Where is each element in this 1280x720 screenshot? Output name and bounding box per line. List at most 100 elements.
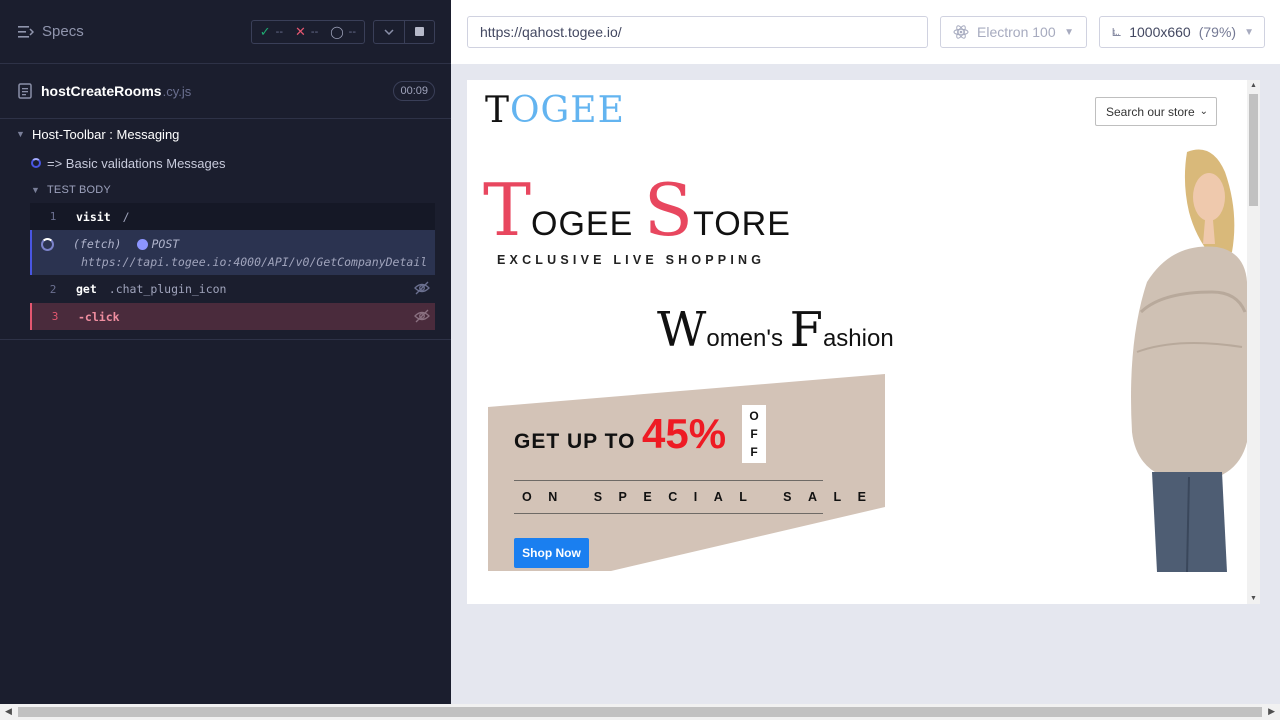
command-log: 1 visit / (fetch) POST https://tapi.toge… [30, 203, 435, 330]
request-status-dot-icon [137, 238, 149, 250]
horizontal-scrollbar[interactable]: ◀ ▶ [0, 704, 1280, 720]
scroll-right-arrow-icon[interactable]: ▶ [1268, 706, 1275, 717]
electron-icon [953, 25, 969, 39]
reporter-header: Specs ✓ -- ✕ -- ◯ -- [0, 0, 451, 64]
promo-banner: GET UP TO 45% O F F ON SPECIAL SALE Shop… [488, 374, 885, 571]
iframe-vertical-scrollbar[interactable]: ▲ ▼ [1247, 80, 1260, 604]
test-title: => Basic validations Messages [47, 155, 226, 171]
request-method: POST [151, 237, 180, 251]
aut-header: https://qahost.togee.io/ Electron 100 ▼ … [451, 0, 1280, 64]
ruler-icon [1112, 27, 1121, 36]
run-controls [373, 19, 435, 44]
promo-get-up-to: GET UP TO [514, 430, 636, 453]
suite-row[interactable]: ▼ Host-Toolbar : Messaging [0, 119, 451, 149]
failed-count: -- [310, 25, 319, 38]
chevron-down-icon: ▼ [1064, 26, 1074, 38]
heading-omens: omen's [706, 325, 783, 352]
fetch-command-row[interactable]: (fetch) POST https://tapi.togee.io:4000/… [30, 230, 435, 275]
title-tore: TORE [693, 205, 791, 243]
heading-letter-w: W [657, 302, 707, 358]
heading-ashion: ashion [822, 325, 894, 352]
cypress-reporter: Specs ✓ -- ✕ -- ◯ -- hostCreateRooms .cy.js… [0, 0, 451, 704]
url-bar[interactable]: https://qahost.togee.io/ [467, 16, 928, 48]
promo-percent: 45% [642, 410, 727, 457]
duration-badge: 00:09 [393, 81, 435, 101]
scrollbar-thumb[interactable] [18, 707, 1262, 717]
command-number: 3 [51, 310, 59, 323]
scrollbar-thumb[interactable] [1249, 94, 1258, 206]
command-message: .chat_plugin_icon [108, 282, 227, 296]
spec-file-row: hostCreateRooms .cy.js 00:09 [0, 64, 451, 119]
test-row[interactable]: => Basic validations Messages [0, 149, 451, 177]
promo-off-box: O F F [742, 405, 766, 463]
spec-extension: .cy.js [162, 83, 192, 99]
off-letter: O [749, 409, 759, 423]
chevron-down-icon: ▼ [16, 129, 25, 139]
chevron-down-icon: ▼ [1244, 26, 1254, 38]
chevron-down-icon: ⌄ [1199, 106, 1208, 117]
loading-spinner-icon [41, 237, 54, 251]
passed-stat: ✓ -- [260, 24, 283, 40]
browser-selector[interactable]: Electron 100 ▼ [940, 16, 1087, 48]
title-ogee: OGEE [531, 205, 634, 243]
viewport-selector[interactable]: 1000x660 (79%) ▼ [1099, 16, 1265, 48]
aut-iframe: TOGEE Search our store ⌄ TOGEE STORE EXC… [467, 80, 1260, 604]
stop-button[interactable] [404, 20, 434, 43]
scroll-left-arrow-icon[interactable]: ◀ [5, 706, 12, 717]
special-sale-text: ON SPECIAL SALE [522, 490, 883, 504]
command-name: visit [76, 209, 111, 224]
divider [0, 339, 451, 340]
suite-title: Host-Toolbar : Messaging [32, 126, 180, 142]
womens-fashion-heading: Women's Fashion [657, 306, 894, 354]
off-letter: F [750, 427, 758, 441]
store-select-value: Search our store [1106, 104, 1195, 119]
heading-letter-f: F [789, 302, 823, 358]
pending-count: -- [348, 25, 356, 38]
spec-name: hostCreateRooms [41, 83, 162, 99]
test-body-toggle[interactable]: ▼ TEST BODY [0, 177, 451, 203]
scroll-down-arrow-icon[interactable]: ▼ [1250, 595, 1257, 602]
title-letter-s: S [643, 168, 694, 252]
check-icon: ✓ [259, 23, 271, 39]
x-icon: ✕ [295, 23, 306, 39]
command-message: / [122, 209, 130, 224]
command-row[interactable]: 2 get .chat_plugin_icon [30, 275, 435, 303]
failed-stat: ✕ -- [295, 24, 318, 40]
store-search-select[interactable]: Search our store ⌄ [1095, 97, 1217, 126]
pending-stat: ◯ -- [330, 25, 356, 39]
togee-logo[interactable]: TOGEE [485, 90, 625, 131]
test-body-label: TEST BODY [47, 184, 111, 196]
specs-label: Specs [42, 23, 84, 40]
test-stats: ✓ -- ✕ -- ◯ -- [250, 19, 365, 44]
command-number: 2 [49, 282, 57, 296]
logo-first-letter: T [485, 90, 511, 131]
browser-name: Electron 100 [977, 24, 1056, 40]
viewport-size: 1000x660 [1129, 24, 1191, 40]
off-letter: F [750, 445, 758, 459]
command-name: (fetch) [73, 237, 122, 251]
passed-count: -- [275, 25, 283, 38]
file-icon [18, 83, 32, 99]
store-subtitle: EXCLUSIVE LIVE SHOPPING [497, 253, 766, 267]
shop-now-button[interactable]: Shop Now [514, 538, 589, 568]
viewport-scale: (79%) [1198, 24, 1237, 40]
stop-icon [415, 27, 424, 36]
failed-command-row[interactable]: 3 -click [30, 303, 435, 330]
title-letter-t: T [483, 168, 532, 252]
eye-slash-icon [414, 281, 430, 295]
store-title: TOGEE STORE [483, 174, 791, 246]
logo-rest: OGEE [510, 90, 625, 131]
request-url: https://tapi.togee.io:4000/API/v0/GetCom… [81, 255, 428, 269]
scroll-up-arrow-icon[interactable]: ▲ [1250, 82, 1257, 89]
command-name: get [76, 282, 97, 296]
collapse-button[interactable] [374, 21, 404, 43]
specs-button[interactable]: Specs [18, 23, 84, 40]
menu-icon [18, 25, 34, 38]
eye-slash-icon [414, 309, 430, 323]
pending-circle-icon: ◯ [330, 24, 344, 39]
chevron-down-icon: ▼ [31, 185, 41, 195]
chevron-down-icon [384, 28, 394, 35]
command-name: -click [78, 309, 120, 324]
special-sale-strip: ON SPECIAL SALE [514, 480, 866, 514]
command-row[interactable]: 1 visit / [30, 203, 435, 230]
